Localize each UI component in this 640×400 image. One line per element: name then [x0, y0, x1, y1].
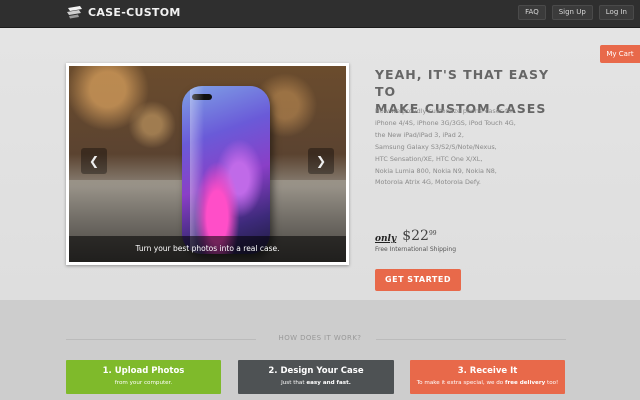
- step-subtitle: from your computer.: [114, 380, 173, 386]
- chevron-left-icon: ❮: [88, 154, 100, 168]
- step-upload-photos[interactable]: 1. Upload Photos from your computer.: [66, 360, 221, 394]
- top-navigation-bar: CASE-CUSTOM FAQ Sign Up Log In: [0, 0, 640, 28]
- step-subtitle: Just that easy and fast.: [238, 380, 394, 386]
- description-line: the New iPad/iPad 3, iPad 2,: [375, 130, 464, 139]
- step-subtitle-text: To make it extra special, we do: [416, 380, 506, 386]
- slider-next-button[interactable]: ❯: [308, 148, 334, 174]
- slider-prev-button[interactable]: ❮: [81, 148, 107, 174]
- divider: [376, 339, 566, 340]
- headline-line-1: YEAH, IT'S THAT EASY TO: [375, 67, 550, 99]
- chevron-right-icon: ❯: [315, 154, 327, 168]
- nav-faq-link[interactable]: FAQ: [518, 5, 546, 20]
- step-subtitle-text: Just that: [281, 380, 307, 386]
- nav-signup-link[interactable]: Sign Up: [551, 5, 593, 20]
- slider-image: ❮ ❯ Turn your best photos into a real ca…: [69, 66, 346, 262]
- logo-icon: [66, 5, 84, 19]
- description-line: HTC Sensation/XE, HTC One X/XL,: [375, 154, 483, 163]
- phone-case-image: [182, 86, 270, 254]
- price-amount: $22: [402, 228, 429, 244]
- step-subtitle: To make it extra special, we do free del…: [410, 380, 565, 386]
- step-title: 1. Upload Photos: [102, 366, 185, 376]
- how-it-works-title: HOW DOES IT WORK?: [278, 334, 362, 342]
- hero-description: Now we proudly customize phone cases for…: [375, 106, 555, 189]
- step-title: 2. Design Your Case: [268, 366, 364, 376]
- hero-section: ❮ ❯ Turn your best photos into a real ca…: [0, 28, 640, 300]
- price-cents: 99: [428, 230, 437, 237]
- my-cart-button[interactable]: My Cart: [600, 45, 640, 63]
- step-subtitle-bold: easy and fast.: [306, 380, 351, 386]
- step-title: 3. Receive It: [457, 366, 518, 376]
- description-line: Now we proudly customize phone cases for: [375, 107, 514, 115]
- brand[interactable]: CASE-CUSTOM: [66, 5, 181, 19]
- step-receive-it[interactable]: 3. Receive It To make it extra special, …: [410, 360, 565, 394]
- photo-slider: ❮ ❯ Turn your best photos into a real ca…: [66, 63, 349, 265]
- price: only $22 99: [375, 228, 437, 244]
- description-line: Motorola Atrix 4G, Motorola Defy.: [375, 178, 481, 187]
- description-line: iPhone 4/4S, iPhone 3G/3GS, iPod Touch 4…: [375, 118, 516, 127]
- get-started-button[interactable]: GET STARTED: [375, 269, 461, 291]
- description-line: Samsung Galaxy S3/S2/S/Note/Nexus,: [375, 142, 497, 151]
- price-only-label: only: [375, 234, 397, 244]
- nav-login-link[interactable]: Log In: [598, 5, 634, 20]
- shipping-note: Free International Shipping: [375, 246, 457, 253]
- nav-menu: FAQ Sign Up Log In: [518, 5, 640, 20]
- divider: [66, 339, 256, 340]
- description-line: Nokia Lumia 800, Nokia N9, Nokia N8,: [375, 166, 497, 175]
- brand-name: CASE-CUSTOM: [88, 5, 181, 19]
- step-design-case[interactable]: 2. Design Your Case Just that easy and f…: [238, 360, 394, 394]
- slider-caption: Turn your best photos into a real case.: [69, 236, 346, 262]
- how-it-works-section: HOW DOES IT WORK? 1. Upload Photos from …: [0, 300, 640, 400]
- step-subtitle-end: too!: [545, 380, 559, 386]
- step-subtitle-bold: free delivery: [505, 380, 546, 386]
